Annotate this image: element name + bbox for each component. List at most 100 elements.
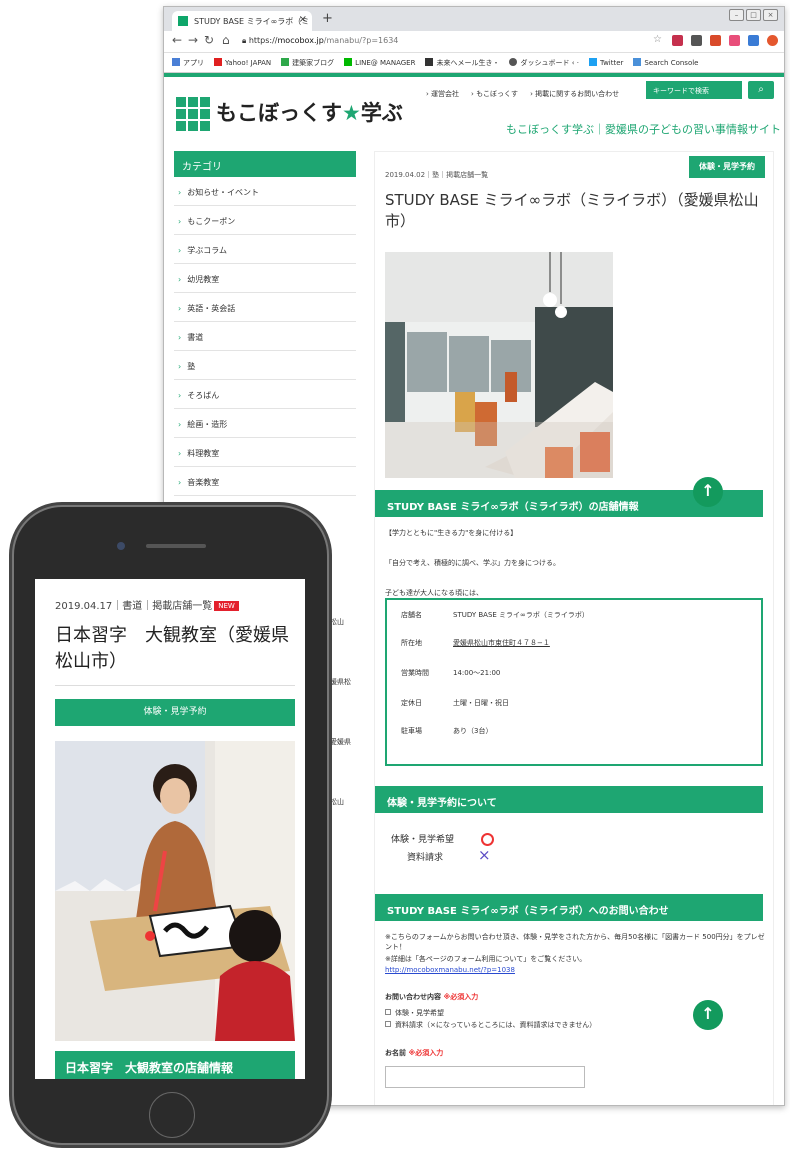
close-window-icon[interactable]: × [763, 9, 778, 21]
bookmark-item[interactable]: 未来へメール生き・ [425, 57, 499, 68]
site-logo[interactable]: もこぼっくす★学ぶ [216, 97, 403, 127]
bookmark-item[interactable]: Twitter [588, 58, 623, 67]
form-note: ※こちらのフォームからお問い合わせ頂き、体験・見学をされた方から、毎月50名様に… [385, 933, 765, 951]
sidebar-item[interactable]: 学ぶコラム [174, 235, 356, 264]
favicon-icon [178, 16, 188, 26]
phone-trial-button[interactable]: 体験・見学予約 [55, 699, 295, 726]
url-scheme: https:// [248, 36, 278, 45]
bleed-text: 松山 [330, 798, 344, 806]
browser-toolbar: ← → ↻ ⌂ 🔒︎ https://mocobox.jp/manabu/?p=… [164, 31, 784, 53]
info-row: 定休日 土曜・日曜・祝日 [401, 699, 509, 707]
sidebar-item[interactable]: 幼児教室 [174, 264, 356, 293]
new-badge: NEW [214, 601, 239, 611]
trial-reserve-button[interactable]: 体験・見学予約 [689, 156, 765, 178]
sidebar-item[interactable]: 音楽教室 [174, 467, 356, 496]
category-sidebar: カテゴリ お知らせ・イベント もこクーポン 学ぶコラム 幼児教室 英語・英会話 … [174, 151, 356, 496]
sidebar-item[interactable]: 料理教室 [174, 438, 356, 467]
scroll-top-button[interactable]: ↑ [693, 477, 723, 507]
docs-label: 資料請求 [407, 853, 444, 863]
sidebar-item[interactable]: もこクーポン [174, 206, 356, 235]
url-path: /manabu/?p=1634 [323, 36, 399, 45]
sidebar-item[interactable]: 書道 [174, 322, 356, 351]
url-host: mocobox.jp [277, 36, 324, 45]
maximize-icon[interactable]: □ [746, 9, 761, 21]
smartphone-frame: 2019.04.17｜書道｜掲載店舗一覧 NEW 日本習字 大観教室（愛媛県松山市… [12, 505, 329, 1145]
browser-tab[interactable]: STUDY BASE ミライ∞ラボ（ミ × [172, 11, 312, 31]
camera-icon [117, 542, 125, 550]
site-header: もこぼっくす★学ぶ › 運営会社 › もこぼっくす › 掲載に関するお問い合わせ… [164, 77, 784, 155]
calligraphy-photo [55, 741, 295, 1041]
extension-icon[interactable] [710, 35, 721, 46]
intro-line: 「自分で考え、積極的に調べ、学ぶ」力を身につける。 [385, 559, 560, 567]
back-icon[interactable]: ← [172, 33, 182, 47]
bookmark-item[interactable]: Yahoo! JAPAN [214, 58, 271, 67]
bleed-text: 媛県松 [330, 678, 351, 686]
intro-line: 【学力とともに"生きる力"を身に付ける】 [385, 529, 518, 537]
address-link[interactable]: 愛媛県松山市束住町４７８−１ [453, 639, 550, 647]
divider [55, 685, 295, 686]
bookmark-item[interactable]: アプリ [172, 57, 204, 68]
name-field[interactable] [385, 1066, 585, 1088]
article-title: STUDY BASE ミライ∞ラボ（ミライラボ）（愛媛県松山市） [385, 191, 759, 230]
search-input[interactable]: キーワードで検索 [646, 81, 742, 99]
bookmarks-bar: アプリ Yahoo! JAPAN 建築家ブログ LINE@ MANAGER 未来… [164, 53, 784, 73]
extension-icons: ☆ [653, 35, 778, 46]
site-tagline: もこぼっくす学ぶ｜愛媛県の子どもの習い事情報サイト [506, 123, 781, 136]
lock-icon: 🔒︎ [242, 36, 247, 45]
info-row: 駐車場 あり（3台） [401, 727, 493, 735]
bleed-text: 愛媛県 [330, 738, 351, 746]
sidebar-item[interactable]: 塾 [174, 351, 356, 380]
composite-mockup: STUDY BASE ミライ∞ラボ（ミ × + – □ × ← → ↻ ⌂ 🔒︎… [0, 0, 790, 1150]
close-tab-icon[interactable]: × [299, 14, 307, 25]
reload-icon[interactable]: ↻ [204, 33, 214, 47]
bleed-text: 松山 [330, 618, 344, 626]
article: 2019.04.02｜塾｜掲載店舗一覧 体験・見学予約 STUDY BASE ミ… [374, 151, 774, 1105]
search-icon[interactable]: ⌕ [748, 81, 774, 99]
phone-screen: 2019.04.17｜書道｜掲載店舗一覧 NEW 日本習字 大観教室（愛媛県松山市… [35, 579, 305, 1079]
header-nav: › 運営会社 › もこぼっくす › 掲載に関するお問い合わせ [426, 89, 619, 99]
bookmark-item[interactable]: ダッシュボード ‹ · [509, 57, 579, 68]
trial-heading: 体験・見学予約について [375, 786, 763, 813]
extension-icon[interactable] [748, 35, 759, 46]
minimize-icon[interactable]: – [729, 9, 744, 21]
speaker-grille [146, 544, 206, 548]
bookmark-item[interactable]: Search Console [633, 58, 698, 67]
bookmark-item[interactable]: 建築家ブログ [281, 57, 334, 68]
star-bookmark-icon[interactable]: ☆ [653, 35, 664, 46]
form-note-link-wrap: http://mocoboxmanabu.net/?p=1038 [385, 965, 765, 975]
new-tab-button[interactable]: + [322, 11, 333, 26]
phone-store-info-heading: 日本習字 大観教室の店舗情報 [55, 1051, 295, 1079]
nav-link[interactable]: › 掲載に関するお問い合わせ [530, 89, 619, 99]
sidebar-item[interactable]: 英語・英会話 [174, 293, 356, 322]
extension-icon[interactable] [729, 35, 740, 46]
classroom-photo [385, 252, 613, 478]
info-row: 所在地 愛媛県松山市束住町４７８−１ [401, 639, 550, 647]
window-controls: – □ × [729, 9, 778, 21]
nav-link[interactable]: › 運営会社 [426, 89, 459, 99]
phone-article-title: 日本習字 大観教室（愛媛県松山市） [55, 625, 289, 672]
sidebar-item[interactable]: そろばん [174, 380, 356, 409]
home-button[interactable] [149, 1092, 195, 1138]
tab-bar: STUDY BASE ミライ∞ラボ（ミ × + – □ × [164, 7, 784, 31]
phone-article-meta: 2019.04.17｜書道｜掲載店舗一覧 NEW [55, 597, 239, 612]
info-row: 営業時間 14:00〜21:00 [401, 669, 501, 677]
intro-line: 子ども達が大人になる頃には、 [385, 589, 483, 597]
address-bar[interactable]: 🔒︎ https://mocobox.jp/manabu/?p=1634 [242, 33, 482, 50]
sidebar-item[interactable]: 絵画・造形 [174, 409, 356, 438]
profile-icon[interactable] [767, 35, 778, 46]
home-icon[interactable]: ⌂ [222, 33, 230, 47]
nav-link[interactable]: › もこぼっくす [471, 89, 518, 99]
available-circle-icon [481, 833, 494, 846]
unavailable-cross-icon: × [478, 846, 491, 864]
bookmark-item[interactable]: LINE@ MANAGER [344, 58, 415, 67]
extension-icon[interactable] [691, 35, 702, 46]
form-usage-link[interactable]: http://mocoboxmanabu.net/?p=1038 [385, 966, 515, 974]
tab-title: STUDY BASE ミライ∞ラボ（ミ [194, 17, 310, 26]
forward-icon[interactable]: → [188, 33, 198, 47]
logo-grid-icon [176, 97, 210, 131]
article-meta: 2019.04.02｜塾｜掲載店舗一覧 [385, 171, 489, 179]
info-row: 店舗名 STUDY BASE ミライ∞ラボ（ミライラボ） [401, 611, 589, 619]
sidebar-item[interactable]: お知らせ・イベント [174, 177, 356, 206]
extension-icon[interactable] [672, 35, 683, 46]
scroll-top-button[interactable]: ↑ [693, 1000, 723, 1030]
